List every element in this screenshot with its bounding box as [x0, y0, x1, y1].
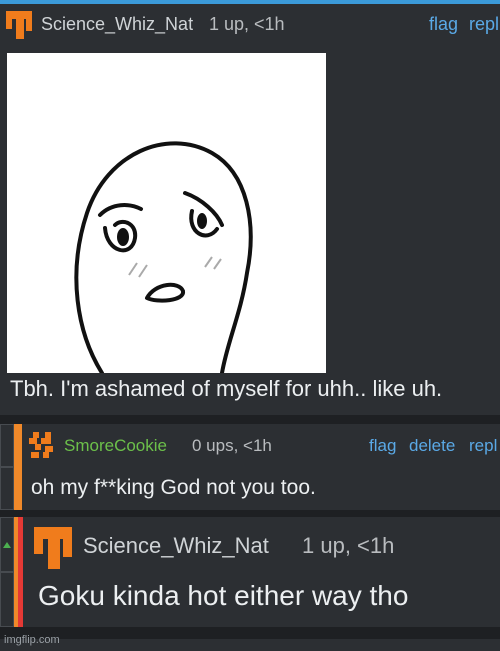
orange-avatar-icon[interactable] [6, 11, 32, 39]
upvote-button[interactable] [0, 517, 14, 573]
separator [0, 510, 500, 517]
watermark: imgflip.com [4, 634, 60, 646]
comment-1-meta: 1 up, <1h [209, 14, 285, 34]
comment-1-flag-link[interactable]: flag [429, 14, 458, 35]
upvote-arrow-icon [3, 542, 11, 548]
comment-2-meta: 0 ups, <1h [192, 436, 272, 455]
comment-2: SmoreCookie 0 ups, <1h flag delete repl … [0, 424, 500, 510]
comment-1: Science_Whiz_Nat 1 up, <1h flag repl Tbh… [0, 4, 500, 415]
comment-3-meta: 1 up, <1h [302, 533, 395, 558]
comment-1-image[interactable] [7, 53, 326, 373]
upvote-button[interactable] [0, 424, 14, 468]
cookie-avatar-icon[interactable] [29, 432, 55, 458]
next-comment-partial [0, 639, 500, 651]
nested-reply-bar [18, 517, 23, 627]
comment-1-reply-link[interactable]: repl [469, 14, 499, 35]
downvote-button[interactable] [0, 466, 14, 510]
comment-3: Science_Whiz_Nat 1 up, <1h Goku kinda ho… [0, 517, 500, 627]
comment-2-delete-link[interactable]: delete [409, 436, 455, 456]
comment-2-reply-link[interactable]: repl [469, 436, 497, 456]
comment-2-username[interactable]: SmoreCookie [64, 436, 167, 456]
comment-3-username[interactable]: Science_Whiz_Nat [83, 533, 269, 559]
downvote-button[interactable] [0, 571, 14, 627]
comment-1-text: Tbh. I'm ashamed of myself for uhh.. lik… [10, 376, 443, 401]
comment-1-username[interactable]: Science_Whiz_Nat [41, 14, 193, 35]
comment-3-text: Goku kinda hot either way tho [38, 580, 409, 611]
separator [0, 627, 500, 639]
sad-face-drawing [74, 141, 253, 373]
orange-avatar-icon[interactable] [34, 527, 72, 569]
comment-2-flag-link[interactable]: flag [369, 436, 396, 456]
separator [0, 415, 500, 424]
comment-2-text: oh my f**king God not you too. [31, 476, 316, 499]
reply-thread-bar [14, 424, 22, 510]
